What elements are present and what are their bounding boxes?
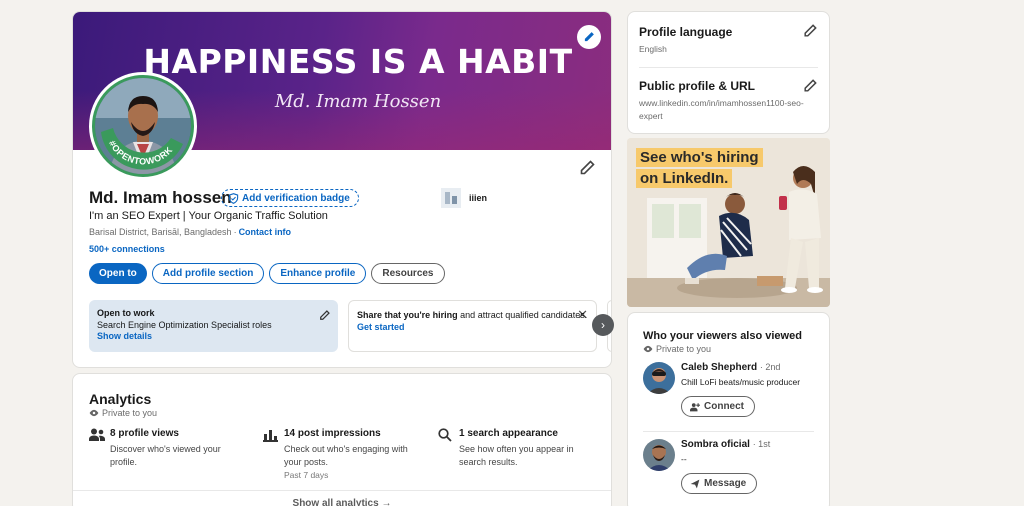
eye-icon: [89, 409, 99, 417]
avatar: #OPENTOWORK: [92, 75, 194, 177]
connections-link[interactable]: 500+ connections: [89, 244, 165, 254]
viewers-privacy: Private to you: [643, 344, 711, 354]
metric-description: See how often you appear in search resul…: [459, 444, 574, 467]
edit-url-button[interactable]: [803, 79, 817, 98]
connect-label: Connect: [704, 401, 744, 412]
company-entry[interactable]: iiien: [441, 188, 487, 208]
metric-description: Discover who's viewed your profile.: [110, 444, 221, 467]
bar-chart-icon: [263, 430, 278, 442]
profile-photo[interactable]: #OPENTOWORK: [89, 72, 197, 180]
person-headline: Chill LoFi beats/music producer: [681, 377, 801, 387]
profile-language-title: Profile language: [639, 25, 733, 39]
open-to-button[interactable]: Open to: [89, 263, 147, 284]
person-name: Caleb Shepherd: [681, 362, 758, 373]
edit-banner-button[interactable]: [577, 25, 601, 49]
show-details-link[interactable]: Show details: [97, 331, 330, 341]
enhance-profile-button[interactable]: Enhance profile: [269, 263, 367, 284]
location-line: Barisal District, Barisāl, Bangladesh · Co…: [89, 227, 291, 237]
connection-degree: · 1st: [752, 439, 771, 449]
profile-card: HAPPINESS IS A HABIT Md. Imam Hossen #OP…: [72, 11, 612, 368]
location-separator: ·: [233, 227, 237, 237]
close-icon[interactable]: ✕: [577, 308, 588, 321]
analytics-title: Analytics: [89, 391, 152, 407]
show-all-analytics-link[interactable]: Show all analytics →: [73, 498, 611, 506]
ad-headline-line2: on LinkedIn.: [636, 169, 733, 188]
pencil-icon: [584, 32, 594, 42]
person-name: Sombra oficial: [681, 439, 750, 450]
privacy-label: Private to you: [102, 408, 158, 418]
hiring-text: Share that you're hiring and attract qua…: [357, 309, 588, 321]
carousel-next-button[interactable]: ›: [592, 314, 614, 336]
divider: [639, 67, 818, 68]
message-button[interactable]: Message: [681, 473, 758, 494]
person-name-line[interactable]: Caleb Shepherd · 2nd: [681, 362, 780, 373]
profile-language-value: English: [639, 44, 667, 54]
verification-badge-label: Add verification badge: [242, 192, 350, 204]
divider: [643, 431, 814, 432]
privacy-label: Private to you: [656, 344, 712, 354]
person-headline: --: [681, 454, 687, 464]
person-name-line[interactable]: Sombra oficial · 1st: [681, 439, 770, 450]
open-to-work-card[interactable]: Open to work Search Engine Optimization …: [89, 300, 338, 352]
profile-headline: I'm an SEO Expert | Your Organic Traffic…: [89, 210, 328, 222]
metric-period: Past 7 days: [284, 470, 329, 480]
open-to-work-title: Open to work: [97, 308, 155, 318]
metric-description: Check out who's engaging with your posts…: [284, 444, 408, 467]
public-profile-title: Public profile & URL: [639, 79, 756, 93]
person-avatar-icon: [643, 439, 675, 471]
profile-actions: Open to Add profile section Enhance prof…: [89, 263, 445, 284]
get-started-link[interactable]: Get started: [357, 322, 588, 332]
send-icon: [690, 479, 700, 488]
metric-title: 8 profile views: [110, 428, 179, 439]
location: Barisal District, Barisāl, Bangladesh: [89, 227, 232, 237]
pencil-icon: [580, 160, 595, 175]
connection-degree: · 2nd: [759, 362, 781, 372]
pencil-icon: [804, 24, 817, 37]
viewers-title: Who your viewers also viewed: [643, 330, 802, 342]
analytics-card: Analytics Private to you 8 profile views…: [72, 373, 612, 506]
chevron-right-icon: ›: [601, 318, 605, 332]
hiring-strong: Share that you're hiring: [357, 310, 458, 320]
edit-open-to-work-button[interactable]: [319, 308, 330, 326]
message-label: Message: [704, 478, 747, 489]
verified-shield-icon: [228, 192, 239, 204]
avatar: [643, 362, 675, 394]
public-profile-url[interactable]: www.linkedin.com/in/imamhossen1100-seo-e…: [639, 97, 819, 123]
metric-title: 1 search appearance: [459, 428, 558, 439]
pencil-icon: [320, 310, 330, 320]
hiring-ad[interactable]: See who's hiring on LinkedIn.: [627, 138, 830, 307]
people-icon: [89, 428, 105, 441]
edit-intro-button[interactable]: [579, 160, 595, 181]
contact-info-link[interactable]: Contact info: [239, 227, 292, 237]
connect-button[interactable]: Connect: [681, 396, 755, 417]
eye-icon: [643, 345, 653, 353]
profile-name: Md. Imam hossen: [89, 188, 232, 207]
edit-language-button[interactable]: [803, 24, 817, 43]
divider: [73, 490, 611, 491]
analytics-privacy: Private to you: [89, 408, 157, 418]
resources-button[interactable]: Resources: [371, 263, 445, 284]
ad-headline-line1: See who's hiring: [636, 148, 763, 167]
person-avatar-icon: [643, 362, 675, 394]
pencil-icon: [804, 79, 817, 92]
profile-settings-card: Profile language English Public profile …: [627, 11, 830, 134]
company-logo-icon: [441, 188, 461, 208]
metric-title: 14 post impressions: [284, 428, 381, 439]
hiring-rest: and attract qualified candidates.: [457, 310, 588, 320]
avatar: [643, 439, 675, 471]
search-icon: [438, 428, 452, 442]
company-name: iiien: [469, 193, 488, 203]
open-to-work-roles: Search Engine Optimization Specialist ro…: [97, 320, 272, 330]
open-to-work-ring: #OPENTOWORK: [101, 128, 183, 170]
viewers-also-viewed-card: Who your viewers also viewed Private to …: [627, 312, 830, 506]
add-verification-badge-button[interactable]: Add verification badge: [221, 189, 359, 207]
hiring-card[interactable]: Share that you're hiring and attract qua…: [348, 300, 597, 352]
add-person-icon: [690, 402, 700, 411]
add-profile-section-button[interactable]: Add profile section: [151, 263, 265, 284]
